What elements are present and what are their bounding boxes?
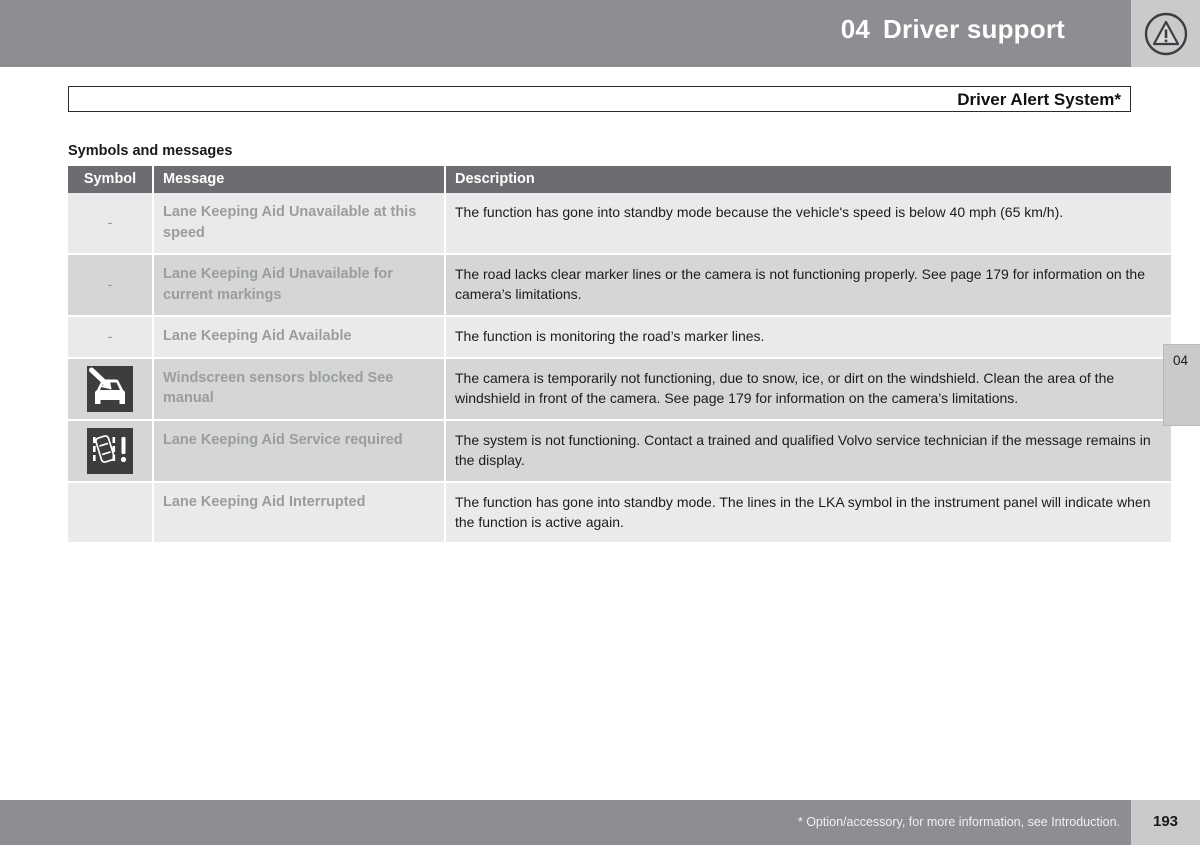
column-header-message: Message <box>153 166 446 193</box>
cell-symbol: - <box>68 316 154 359</box>
cell-description: The function is monitoring the road’s ma… <box>445 316 1171 359</box>
windscreen-sensor-blocked-icon <box>87 365 133 412</box>
cell-description: The camera is temporarily not functionin… <box>445 357 1171 422</box>
table-row: Windscreen sensors blocked See manual Th… <box>68 357 1171 422</box>
cell-description: The function has gone into standby mode.… <box>445 481 1171 545</box>
chapter-side-tab[interactable]: 04 <box>1163 344 1200 426</box>
page-title: 04 Driver support <box>841 14 1065 45</box>
header-warning-icon-box <box>1131 0 1200 67</box>
table-row: Lane Keeping Aid Service required The sy… <box>68 420 1171 483</box>
table-row: Lane Keeping Aid Interrupted The functio… <box>68 481 1171 545</box>
chapter-side-tab-label: 04 <box>1173 353 1189 368</box>
cell-symbol: - <box>68 254 154 318</box>
cell-message: Lane Keeping Aid Unavailable for current… <box>153 254 446 318</box>
table-header-row: Symbol Message Description <box>68 166 1171 193</box>
footnote-text: * Option/accessory, for more information… <box>797 815 1120 829</box>
cell-message: Lane Keeping Aid Service required <box>153 420 446 483</box>
cell-message: Lane Keeping Aid Unavailable at this spe… <box>153 193 446 256</box>
lane-keeping-aid-service-icon <box>87 427 133 474</box>
chapter-number: 04 <box>840 14 871 44</box>
cell-symbol <box>68 357 154 422</box>
section-title-text: Driver Alert System* <box>957 90 1121 109</box>
cell-description: The function has gone into standby mode … <box>445 193 1171 256</box>
table-row: - Lane Keeping Aid Unavailable at this s… <box>68 193 1171 256</box>
cell-symbol <box>68 481 154 545</box>
section-title-box: Driver Alert System* <box>68 86 1131 112</box>
chapter-title: Driver support <box>883 14 1065 44</box>
cell-symbol: - <box>68 193 154 256</box>
table-row: - Lane Keeping Aid Available The functio… <box>68 316 1171 359</box>
cell-message: Lane Keeping Aid Available <box>153 316 446 359</box>
cell-description: The road lacks clear marker lines or the… <box>445 254 1171 318</box>
column-header-description: Description <box>445 166 1171 193</box>
cell-description: The system is not functioning. Contact a… <box>445 420 1171 483</box>
cell-message: Lane Keeping Aid Interrupted <box>153 481 446 545</box>
warning-triangle-icon <box>1144 12 1187 55</box>
symbol-dash: - <box>107 214 113 231</box>
subsection-heading: Symbols and messages <box>68 143 233 159</box>
page-number: 193 <box>1152 813 1179 830</box>
symbol-dash: - <box>107 276 113 293</box>
table-header: Symbol Message Description <box>68 166 1171 193</box>
column-header-symbol: Symbol <box>68 166 154 193</box>
symbols-and-messages-table: Symbol Message Description - Lane Keepin… <box>68 166 1171 545</box>
table-row: - Lane Keeping Aid Unavailable for curre… <box>68 254 1171 318</box>
table-body: - Lane Keeping Aid Unavailable at this s… <box>68 193 1171 545</box>
cell-message: Windscreen sensors blocked See manual <box>153 357 446 422</box>
symbol-dash: - <box>107 328 113 345</box>
cell-symbol <box>68 420 154 483</box>
page-number-box: 193 <box>1131 800 1200 845</box>
page-footer-band: * Option/accessory, for more information… <box>0 800 1200 845</box>
